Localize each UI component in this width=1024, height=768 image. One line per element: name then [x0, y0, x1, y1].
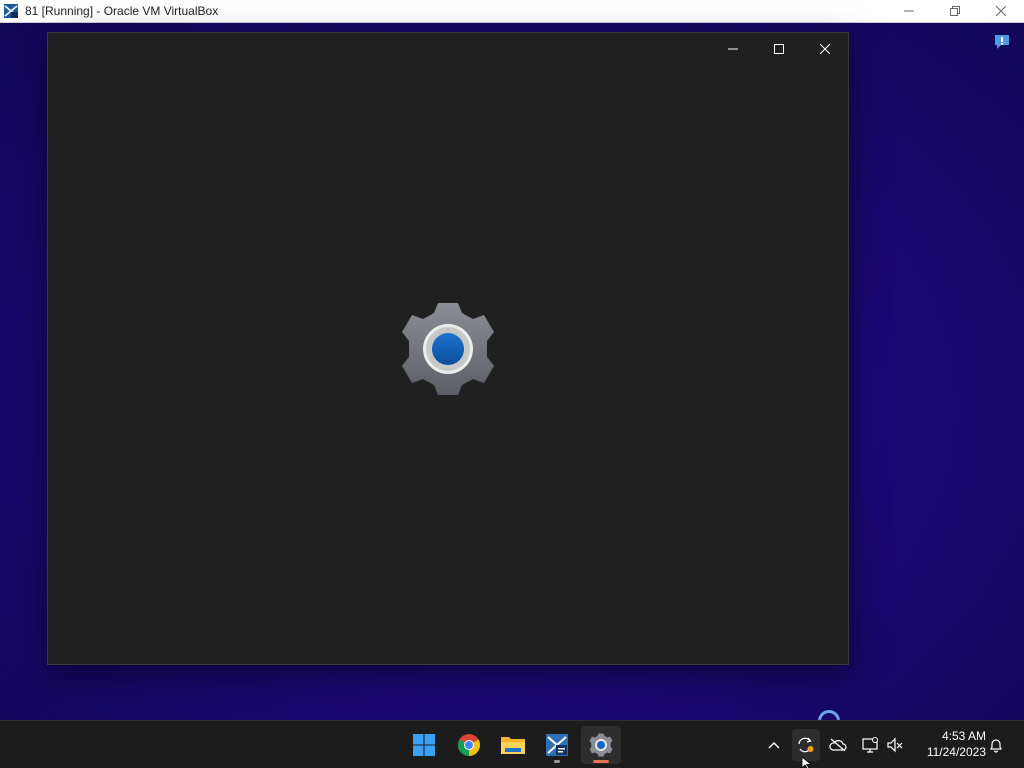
- clock-time: 4:53 AM: [941, 729, 986, 743]
- taskbar-file-explorer[interactable]: [493, 726, 533, 764]
- mouse-cursor-icon: [801, 756, 813, 768]
- windows-start-icon: [413, 734, 435, 756]
- minimize-button[interactable]: [710, 33, 756, 65]
- onedrive-icon: [829, 738, 847, 752]
- volume-muted-icon: [887, 737, 903, 753]
- tray-network[interactable]: [856, 729, 884, 761]
- settings-window[interactable]: [47, 32, 849, 665]
- host-window-title: 81 [Running] - Oracle VM VirtualBox: [25, 4, 219, 18]
- virtualbox-logo-icon: [3, 3, 19, 19]
- taskbar-virtualbox[interactable]: [537, 726, 577, 764]
- taskbar: 4:53 AM 11/24/2023: [0, 720, 1024, 768]
- host-titlebar: 81 [Running] - Oracle VM VirtualBox: [0, 0, 1024, 23]
- show-hidden-icons-button[interactable]: [760, 729, 788, 761]
- taskbar-chrome[interactable]: [449, 726, 489, 764]
- chrome-icon: [458, 734, 480, 756]
- running-indicator: [554, 760, 560, 763]
- settings-gear-icon: [400, 301, 496, 397]
- guest-desktop: [0, 23, 1024, 720]
- network-icon: [862, 737, 878, 753]
- maximize-button[interactable]: [756, 33, 802, 65]
- close-button[interactable]: [802, 33, 848, 65]
- virtualbox-icon: [546, 734, 568, 756]
- feedback-hub-icon[interactable]: [994, 34, 1010, 50]
- window-controls: [710, 33, 848, 65]
- host-restore-button[interactable]: [932, 0, 978, 23]
- settings-icon: [589, 733, 613, 757]
- host-minimize-button[interactable]: [886, 0, 932, 23]
- tray-volume[interactable]: [881, 729, 909, 761]
- clock-date: 11/24/2023: [926, 745, 986, 759]
- tray-onedrive[interactable]: [824, 729, 852, 761]
- host-close-button[interactable]: [978, 0, 1024, 23]
- taskbar-clock[interactable]: 4:53 AM 11/24/2023: [914, 728, 986, 760]
- start-button[interactable]: [404, 726, 444, 764]
- active-indicator: [593, 760, 609, 763]
- chevron-up-icon: [768, 742, 780, 749]
- taskbar-settings[interactable]: [581, 726, 621, 764]
- sync-icon: [798, 737, 814, 753]
- notification-button[interactable]: [982, 729, 1010, 761]
- folder-icon: [501, 737, 525, 754]
- notification-bell-icon: [990, 739, 1002, 753]
